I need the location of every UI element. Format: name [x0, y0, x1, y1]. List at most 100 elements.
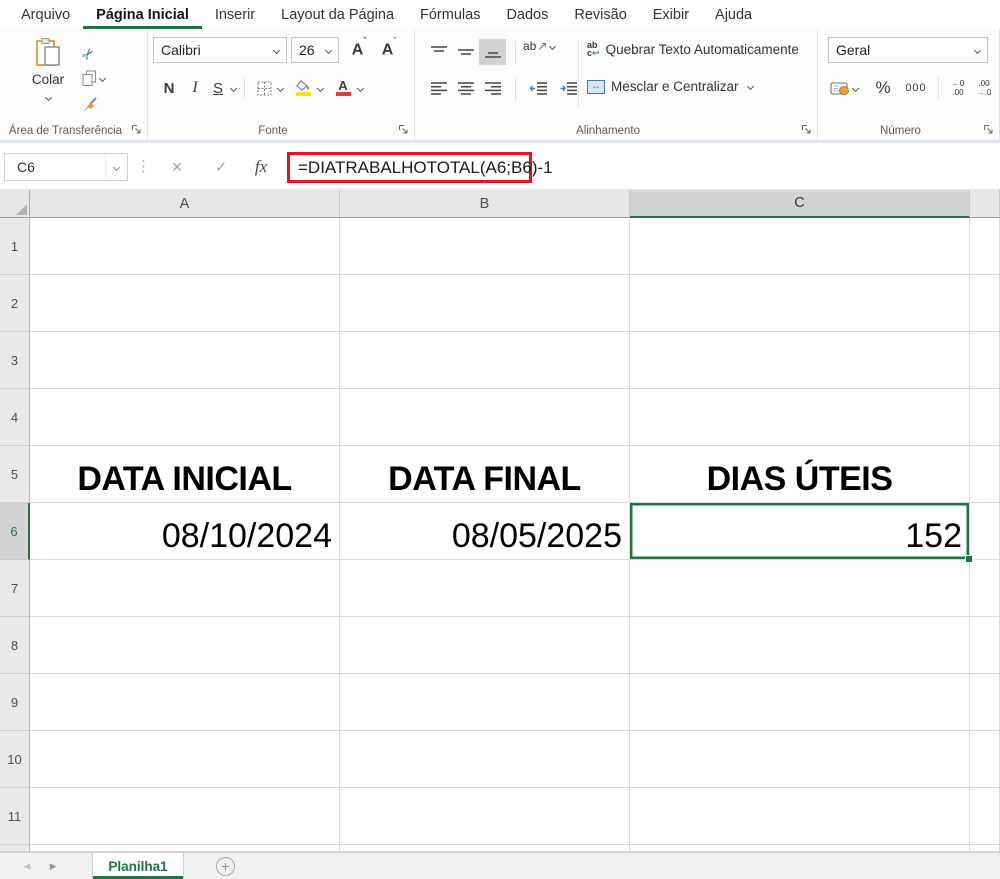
tab-inserir[interactable]: Inserir — [202, 0, 268, 29]
sheet-tab-planilha1[interactable]: Planilha1 — [92, 853, 184, 879]
fill-color-dropdown-icon[interactable] — [317, 84, 324, 91]
underline-button[interactable]: S — [208, 75, 228, 101]
align-bottom-button[interactable] — [479, 39, 506, 65]
cell-C10[interactable] — [630, 731, 970, 788]
italic-button[interactable]: I — [182, 75, 208, 101]
tab-dados[interactable]: Dados — [493, 0, 561, 29]
name-box-dropdown-icon[interactable] — [105, 154, 127, 180]
cell-B11[interactable] — [340, 788, 630, 845]
align-middle-button[interactable] — [452, 39, 479, 65]
font-color-button[interactable]: A — [331, 75, 355, 101]
cell-B2[interactable] — [340, 275, 630, 332]
orientation-button[interactable]: ab ↗ — [523, 39, 555, 53]
wrap-text-button[interactable]: abc↩ Quebrar Texto Automaticamente — [587, 41, 799, 57]
cell-C4[interactable] — [630, 389, 970, 446]
cell-B8[interactable] — [340, 617, 630, 674]
row-header-8[interactable]: 8 — [0, 617, 30, 674]
cut-button[interactable]: ✂ — [82, 41, 128, 66]
cell-partial-7[interactable] — [970, 560, 1000, 617]
cell-B10[interactable] — [340, 731, 630, 788]
cell-C2[interactable] — [630, 275, 970, 332]
font-size-combo[interactable]: 26 — [291, 37, 339, 63]
copy-button[interactable] — [82, 66, 128, 91]
column-header-B[interactable]: B — [340, 190, 630, 218]
clipboard-dialog-launcher-icon[interactable] — [131, 124, 142, 135]
formula-bar-splitter[interactable]: ⋮ — [136, 157, 151, 175]
align-center-button[interactable] — [452, 75, 479, 101]
cell-A4[interactable] — [30, 389, 340, 446]
align-top-button[interactable] — [425, 39, 452, 65]
decrease-decimal-button[interactable]: .00→.0 — [971, 75, 997, 101]
tab-fórmulas[interactable]: Fórmulas — [407, 0, 493, 29]
tab-exibir[interactable]: Exibir — [640, 0, 702, 29]
cell-partial-9[interactable] — [970, 674, 1000, 731]
cell-partial-2[interactable] — [970, 275, 1000, 332]
tab-revisão[interactable]: Revisão — [561, 0, 639, 29]
merge-center-button[interactable]: ↔ Mesclar e Centralizar — [587, 79, 753, 94]
decrease-font-button[interactable]: Aˇ — [374, 37, 404, 63]
cell-partial-8[interactable] — [970, 617, 1000, 674]
column-header-C[interactable]: C — [630, 190, 970, 218]
cell-C8[interactable] — [630, 617, 970, 674]
cell-partial-11[interactable] — [970, 788, 1000, 845]
cell-partial-10[interactable] — [970, 731, 1000, 788]
cell-B5[interactable]: DATA FINAL — [340, 446, 630, 503]
sheet-prev-icon[interactable]: ◂ — [14, 858, 40, 874]
tab-layout-da-página[interactable]: Layout da Página — [268, 0, 407, 29]
cell-B4[interactable] — [340, 389, 630, 446]
font-dialog-launcher-icon[interactable] — [398, 124, 409, 135]
insert-function-button[interactable]: fx — [246, 153, 276, 181]
add-sheet-button[interactable]: + — [216, 857, 235, 876]
cell-A10[interactable] — [30, 731, 340, 788]
column-header-partial[interactable] — [970, 190, 1000, 218]
cell-A1[interactable] — [30, 218, 340, 275]
comma-style-button[interactable]: 000 — [900, 75, 932, 101]
select-all-button[interactable] — [0, 190, 30, 218]
fill-handle[interactable] — [965, 555, 973, 563]
cell-B7[interactable] — [340, 560, 630, 617]
row-header-9[interactable]: 9 — [0, 674, 30, 731]
cell-partial-6[interactable] — [970, 503, 1000, 560]
row-header-10[interactable]: 10 — [0, 731, 30, 788]
cell-partial-3[interactable] — [970, 332, 1000, 389]
cell-C3[interactable] — [630, 332, 970, 389]
tab-ajuda[interactable]: Ajuda — [702, 0, 765, 29]
row-header-6[interactable]: 6 — [0, 503, 30, 560]
alignment-dialog-launcher-icon[interactable] — [801, 124, 812, 135]
cell-A2[interactable] — [30, 275, 340, 332]
align-left-button[interactable] — [425, 75, 452, 101]
paste-dropdown-icon[interactable] — [44, 94, 51, 101]
tab-página-inicial[interactable]: Página Inicial — [83, 0, 202, 29]
cell-A7[interactable] — [30, 560, 340, 617]
number-format-combo[interactable]: Geral — [828, 37, 988, 63]
cancel-button[interactable]: × — [162, 153, 192, 181]
cell-B1[interactable] — [340, 218, 630, 275]
cell-A8[interactable] — [30, 617, 340, 674]
align-right-button[interactable] — [479, 75, 506, 101]
cell-partial-1[interactable] — [970, 218, 1000, 275]
name-box[interactable]: C6 — [4, 153, 128, 181]
cell-partial-4[interactable] — [970, 389, 1000, 446]
cell-B9[interactable] — [340, 674, 630, 731]
cell-C9[interactable] — [630, 674, 970, 731]
cell-A5[interactable]: DATA INICIAL — [30, 446, 340, 503]
sheet-next-icon[interactable]: ▸ — [40, 858, 66, 874]
row-header-1[interactable]: 1 — [0, 218, 30, 275]
increase-decimal-button[interactable]: ←0.00 — [945, 75, 971, 101]
number-dialog-launcher-icon[interactable] — [983, 124, 994, 135]
cell-C1[interactable] — [630, 218, 970, 275]
cell-B6[interactable]: 08/05/2025 — [340, 503, 630, 560]
cell-C6[interactable]: 152 — [630, 503, 970, 560]
borders-button[interactable] — [253, 75, 275, 101]
cell-C11[interactable] — [630, 788, 970, 845]
borders-dropdown-icon[interactable] — [277, 84, 284, 91]
row-header-2[interactable]: 2 — [0, 275, 30, 332]
font-name-combo[interactable]: Calibri — [153, 37, 287, 63]
cell-C5[interactable]: DIAS ÚTEIS — [630, 446, 970, 503]
fill-color-button[interactable] — [291, 75, 315, 101]
row-header-5[interactable]: 5 — [0, 446, 30, 503]
tab-arquivo[interactable]: Arquivo — [8, 0, 83, 29]
formula-input[interactable]: =DIATRABALHOTOTAL(A6;B6)-1 — [290, 158, 553, 178]
cell-C7[interactable] — [630, 560, 970, 617]
cell-partial-5[interactable] — [970, 446, 1000, 503]
